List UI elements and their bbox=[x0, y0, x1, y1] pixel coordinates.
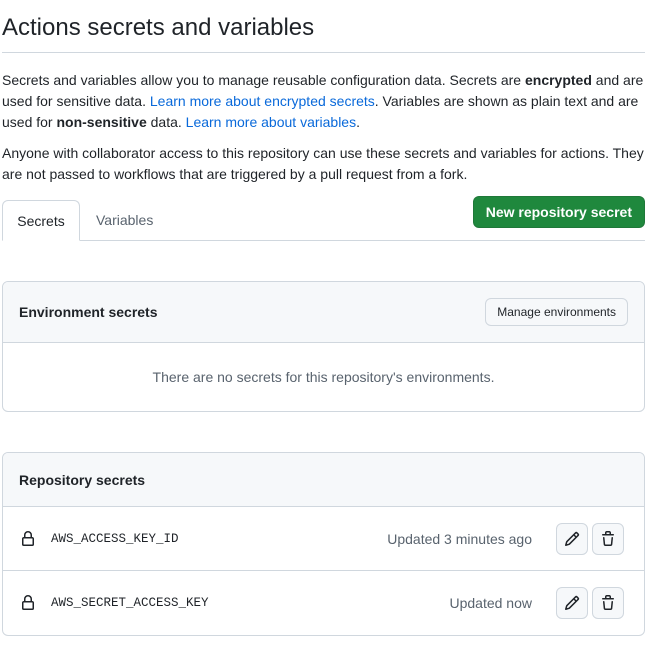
non-sensitive-emphasis: non-sensitive bbox=[56, 114, 147, 130]
secret-updated-time: Updated 3 minutes ago bbox=[387, 531, 532, 547]
pencil-icon bbox=[564, 531, 580, 547]
intro-text-segment: Secrets and variables allow you to manag… bbox=[2, 72, 525, 88]
encrypted-secrets-link[interactable]: Learn more about encrypted secrets bbox=[150, 93, 375, 109]
intro-paragraph-1: Secrets and variables allow you to manag… bbox=[2, 70, 645, 133]
intro-text: Secrets and variables allow you to manag… bbox=[2, 70, 645, 185]
pencil-icon bbox=[564, 595, 580, 611]
intro-paragraph-2: Anyone with collaborator access to this … bbox=[2, 145, 644, 182]
secret-row: AWS_SECRET_ACCESS_KEY Updated now bbox=[3, 571, 644, 635]
delete-secret-button[interactable] bbox=[592, 587, 624, 619]
variables-link[interactable]: Learn more about variables bbox=[186, 114, 356, 130]
lock-icon bbox=[22, 531, 34, 546]
repository-secrets-panel: Repository secrets AWS_ACCESS_KEY_ID Upd… bbox=[2, 452, 645, 636]
tab-secrets[interactable]: Secrets bbox=[2, 200, 80, 241]
lock-icon bbox=[22, 595, 34, 610]
secret-name: AWS_SECRET_ACCESS_KEY bbox=[51, 596, 209, 610]
environment-secrets-header: Environment secrets Manage environments bbox=[3, 282, 644, 343]
trash-icon bbox=[602, 595, 614, 610]
encrypted-emphasis: encrypted bbox=[524, 72, 592, 88]
intro-text-segment: data. bbox=[146, 114, 186, 130]
secrets-page: Actions secrets and variables Secrets an… bbox=[2, 0, 645, 636]
secret-name: AWS_ACCESS_KEY_ID bbox=[51, 532, 179, 546]
intro-text-segment: . bbox=[356, 114, 360, 130]
new-repository-secret-button[interactable]: New repository secret bbox=[472, 196, 645, 228]
edit-secret-button[interactable] bbox=[556, 587, 588, 619]
repository-secrets-title: Repository secrets bbox=[19, 472, 146, 488]
tab-variables[interactable]: Variables bbox=[80, 200, 169, 240]
page-title: Actions secrets and variables bbox=[2, 0, 645, 53]
secret-row: AWS_ACCESS_KEY_ID Updated 3 minutes ago bbox=[3, 507, 644, 571]
delete-secret-button[interactable] bbox=[592, 523, 624, 555]
repository-secrets-header: Repository secrets bbox=[3, 453, 644, 507]
environment-secrets-empty-message: There are no secrets for this repository… bbox=[152, 369, 495, 385]
manage-environments-button[interactable]: Manage environments bbox=[485, 298, 628, 326]
environment-secrets-title: Environment secrets bbox=[19, 304, 158, 320]
trash-icon bbox=[602, 531, 614, 546]
secret-updated-time: Updated now bbox=[449, 595, 532, 611]
edit-secret-button[interactable] bbox=[556, 523, 588, 555]
tabs-bar: Secrets Variables New repository secret bbox=[2, 196, 645, 241]
environment-secrets-panel: Environment secrets Manage environments … bbox=[2, 281, 645, 412]
